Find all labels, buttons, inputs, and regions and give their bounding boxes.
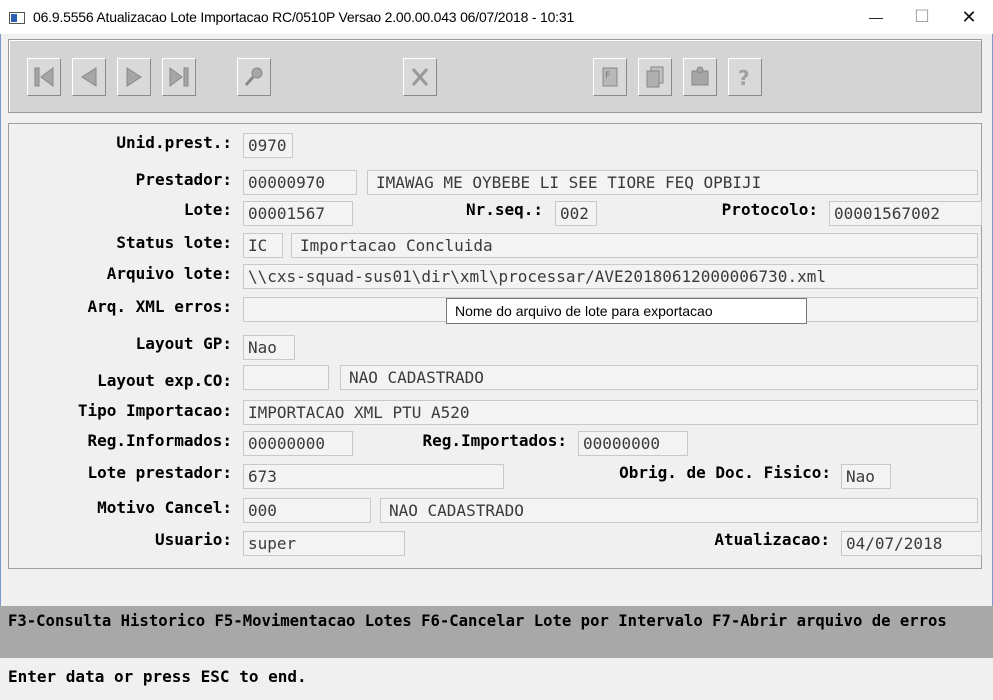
close-icon: ✕ [961, 6, 977, 27]
svg-text:F: F [605, 71, 610, 81]
lote-prestador-label: Lote prestador: [87, 463, 233, 482]
reg-importados-label: Reg.Importados: [422, 431, 568, 450]
unid-prest-label: Unid.prest.: [116, 133, 232, 152]
window-title: 06.9.5556 Atualizacao Lote Importacao RC… [33, 9, 575, 25]
nr-seq-field[interactable]: 002 [555, 201, 597, 226]
reg-informados-label: Reg.Informados: [87, 431, 233, 450]
lote-field[interactable]: 00001567 [243, 201, 353, 226]
previous-record-icon [81, 67, 97, 87]
close-button[interactable]: ✕ [946, 0, 992, 34]
status-lote-code-field: IC [243, 233, 283, 258]
cancel-button[interactable] [403, 58, 437, 96]
minimize-icon: — [869, 9, 883, 25]
title-bar: 06.9.5556 Atualizacao Lote Importacao RC… [0, 0, 993, 34]
key-icon [244, 67, 263, 86]
motivo-cancel-desc-field: NAO CADASTRADO [380, 498, 978, 523]
status-bar: Enter data or press ESC to end. [0, 658, 993, 700]
layout-gp-label: Layout GP: [135, 334, 232, 353]
usuario-field: super [243, 531, 405, 556]
toolbar: F ? [8, 39, 982, 113]
prestador-code-field[interactable]: 00000970 [243, 170, 357, 195]
prestador-label: Prestador: [135, 170, 232, 189]
atualizacao-label: Atualizacao: [714, 530, 830, 549]
last-record-button[interactable] [162, 58, 196, 96]
protocolo-field: 00001567002 [829, 201, 982, 226]
status-message: Enter data or press ESC to end. [8, 667, 307, 686]
next-record-icon [126, 67, 142, 87]
key-button[interactable] [237, 58, 271, 96]
function-key-text: F3-Consulta Historico F5-Movimentacao Lo… [8, 612, 947, 630]
tipo-importacao-field: IMPORTACAO XML PTU A520 [243, 400, 978, 425]
prestador-name-field: IMAWAG ME OYBEBE LI SEE TIORE FEQ OPBIJI [367, 170, 978, 195]
last-record-icon [169, 67, 189, 87]
maximize-icon: ☐ [914, 7, 930, 26]
arquivo-lote-label: Arquivo lote: [106, 264, 232, 283]
arq-xml-erros-label: Arq. XML erros: [87, 297, 233, 316]
svg-text:?: ? [738, 66, 750, 90]
reg-importados-field: 00000000 [578, 431, 688, 456]
layout-exp-co-desc-field: NAO CADASTRADO [340, 365, 978, 390]
atualizacao-field: 04/07/2018 [841, 531, 982, 556]
protocolo-label: Protocolo: [721, 200, 818, 219]
previous-record-button[interactable] [72, 58, 106, 96]
copy-button[interactable] [638, 58, 672, 96]
status-lote-desc-field: Importacao Concluida [291, 233, 978, 258]
layout-exp-co-label: Layout exp.CO: [97, 371, 232, 390]
arquivo-lote-field[interactable]: \\cxs-squad-sus01\dir\xml\processar/AVE2… [243, 264, 978, 289]
reg-informados-field: 00000000 [243, 431, 353, 456]
first-record-button[interactable] [27, 58, 61, 96]
puzzle-icon [691, 66, 709, 86]
minimize-button[interactable]: — [853, 0, 899, 34]
app-icon [9, 12, 25, 24]
lote-label: Lote: [183, 200, 232, 219]
file-button[interactable]: F [593, 58, 627, 96]
tipo-importacao-label: Tipo Importacao: [77, 401, 232, 420]
help-button[interactable]: ? [728, 58, 762, 96]
help-icon: ? [738, 66, 750, 90]
usuario-label: Usuario: [154, 530, 232, 549]
obrig-doc-label: Obrig. de Doc. Fisico: [619, 463, 831, 482]
layout-gp-field[interactable]: Nao [243, 335, 295, 360]
layout-exp-co-code-field[interactable] [243, 365, 329, 390]
obrig-doc-field[interactable]: Nao [841, 464, 891, 489]
file-icon: F [602, 67, 618, 87]
lote-prestador-field[interactable]: 673 [243, 464, 504, 489]
tooltip: Nome do arquivo de lote para exportacao [446, 298, 807, 324]
cancel-icon [411, 68, 429, 86]
maximize-button[interactable]: ☐ [899, 0, 945, 34]
function-key-bar: F3-Consulta Historico F5-Movimentacao Lo… [0, 606, 993, 658]
copy-icon [646, 66, 664, 88]
nr-seq-label: Nr.seq.: [465, 200, 543, 219]
status-lote-label: Status lote: [116, 233, 232, 252]
unid-prest-field[interactable]: 0970 [243, 133, 293, 158]
next-record-button[interactable] [117, 58, 151, 96]
puzzle-button[interactable] [683, 58, 717, 96]
motivo-cancel-code-field[interactable]: 000 [243, 498, 371, 523]
first-record-icon [34, 67, 54, 87]
motivo-cancel-label: Motivo Cancel: [97, 498, 232, 517]
